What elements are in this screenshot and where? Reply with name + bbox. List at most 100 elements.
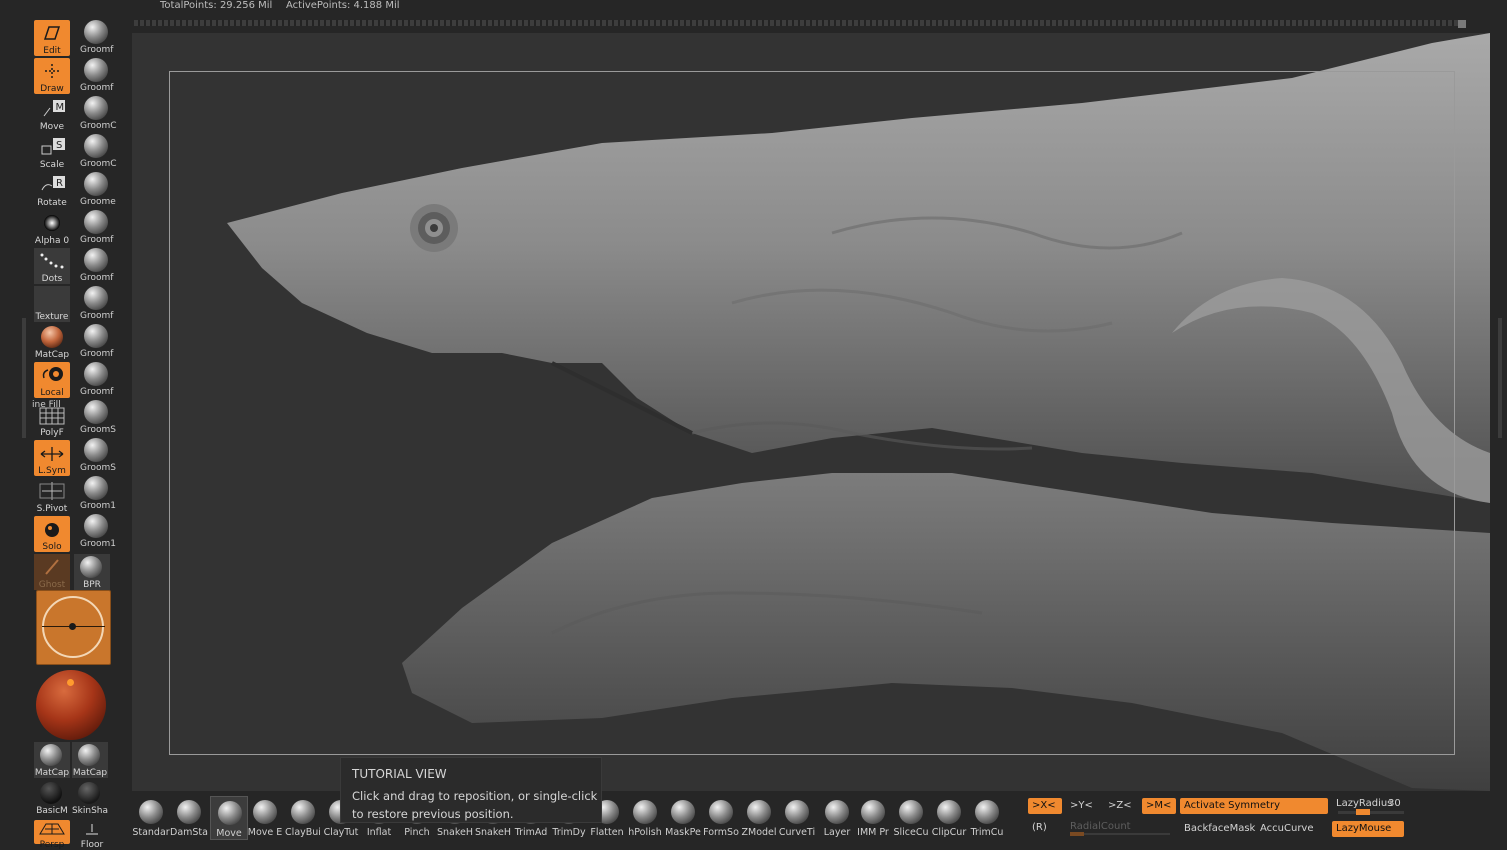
groom-brush-8[interactable]: Groomf [78,284,130,321]
brush-damstandard[interactable]: DamSta [170,796,208,840]
groom-brush-3[interactable]: GroomC [78,94,130,131]
draw-button[interactable]: Draw [34,58,70,94]
skin-shade-button[interactable]: SkinSha [72,780,108,816]
floor-button[interactable]: Floor [74,820,110,850]
symmetry-m-button[interactable]: >M< [1142,798,1176,814]
rotate-button[interactable]: R Rotate [34,172,70,208]
lazy-radius-value: 30 [1388,798,1401,809]
matcap-slot-icon [40,744,62,766]
bpr-button[interactable]: BPR [74,554,110,590]
groom-brush-10[interactable]: Groomf [78,360,130,397]
backface-mask-button[interactable]: BackfaceMask [1180,821,1256,837]
brush-curvetube[interactable]: CurveTi [778,796,816,840]
symmetry-y-button[interactable]: >Y< [1066,798,1100,814]
material-dot [67,679,74,686]
lazymouse-button[interactable]: LazyMouse [1332,821,1404,837]
svg-text:M: M [56,102,65,113]
lsym-button[interactable]: L.Sym [34,440,70,476]
brush-trimcurve[interactable]: TrimCu [968,796,1006,840]
edit-icon [43,26,61,40]
brush-layer[interactable]: Layer [818,796,856,840]
brush-formsoft[interactable]: FormSo [702,796,740,840]
brush-icon [253,800,277,824]
local-icon [42,367,63,381]
brush-icon [975,800,999,824]
brush-label: DamSta [170,827,208,838]
color-picker-dot[interactable] [69,623,76,630]
brush-hpolish[interactable]: hPolish [626,796,664,840]
persp-button[interactable]: Persp [34,820,70,850]
stroke-label: Dots [41,274,63,284]
solo-button[interactable]: Solo [34,516,70,552]
brush-icon [218,801,242,825]
activate-symmetry-button[interactable]: Activate Symmetry [1180,798,1328,814]
groom-brush-13[interactable]: Groom1 [78,474,130,511]
brush-label: TrimAd [514,827,548,838]
move-label: Move [39,122,65,132]
groom-brush-4[interactable]: GroomC [78,132,130,169]
basic-material-button[interactable]: BasicM [34,780,70,816]
brush-label: ZModel [741,827,777,838]
total-points: TotalPoints: 29.256 Mil [160,0,273,11]
groom-brush-6[interactable]: Groomf [78,208,130,245]
lazy-radius-knob[interactable] [1356,809,1370,815]
brush-maskpen[interactable]: MaskPe [664,796,702,840]
top-handle-end[interactable] [1458,20,1466,28]
groom-brush-7[interactable]: Groomf [78,246,130,283]
alpha-button[interactable]: Alpha 0 [34,210,70,246]
brush-move[interactable]: Move [210,796,248,840]
texture-label: Texture [35,312,69,322]
scale-icon: S [41,138,65,155]
ghost-button[interactable]: Ghost [34,554,70,590]
spivot-button[interactable]: S.Pivot [34,478,70,514]
groom-brush-11[interactable]: GroomS [78,398,130,435]
move-button[interactable]: M Move [34,96,70,132]
brush-label: ClipCur [931,827,967,838]
groom-brush-5[interactable]: Groome [78,170,130,207]
symmetry-z-button[interactable]: >Z< [1104,798,1138,814]
tooltip-body: Click and drag to reposition, or single-… [352,789,598,821]
accucurve-button[interactable]: AccuCurve [1256,821,1326,837]
brush-label: Move [216,828,242,839]
groom-brush-2[interactable]: Groomf [78,56,130,93]
persp-label: Persp [39,840,65,850]
brush-label: Groomf [80,235,114,245]
tooltip-title: TUTORIAL VIEW [352,767,447,781]
rotate-label: Rotate [37,198,67,208]
groom-brush-1[interactable]: Groomf [78,18,130,55]
texture-button[interactable]: Texture [34,286,70,322]
brush-imm-primitives[interactable]: IMM Pr [854,796,892,840]
left-tray-handle[interactable] [22,318,26,438]
brush-clipcurve[interactable]: ClipCur [930,796,968,840]
viewport-canvas[interactable] [132,33,1490,791]
edit-button[interactable]: Edit [34,20,70,56]
brush-claybuildup[interactable]: ClayBui [284,796,322,840]
scale-button[interactable]: S Scale [34,134,70,170]
radial-r-button[interactable]: (R) [1028,820,1062,836]
radial-count-track[interactable] [1070,832,1170,836]
color-wheel[interactable] [36,590,111,665]
matcap-slot-1[interactable]: MatCap [34,742,70,778]
brush-label: Groome [80,197,116,207]
groom-brush-9[interactable]: Groomf [78,322,130,359]
material-preview[interactable] [36,670,106,740]
stroke-button[interactable]: Dots [34,248,70,284]
polyframe-button[interactable]: PolyF [34,402,70,438]
radial-count-knob[interactable] [1070,832,1084,836]
right-tray-handle[interactable] [1498,318,1502,438]
matcap-slot-2[interactable]: MatCap [72,742,108,778]
symmetry-x-button[interactable]: >X< [1028,798,1062,814]
groom-brush-12[interactable]: GroomS [78,436,130,473]
brush-icon [671,800,695,824]
brush-standard[interactable]: Standar [132,796,170,840]
brush-move-elastic[interactable]: Move E [246,796,284,840]
groom-brush-14[interactable]: Groom1 [78,512,130,549]
polyframe-label: PolyF [40,428,64,438]
brush-zmodeler[interactable]: ZModel [740,796,778,840]
brush-slicecurve[interactable]: SliceCu [892,796,930,840]
brush-label: SliceCu [893,827,929,838]
matcap-button[interactable]: MatCap [34,324,70,360]
lazy-radius-slider[interactable] [1338,809,1404,815]
top-dashed-handle[interactable] [134,20,1464,26]
local-button[interactable]: Local [34,362,70,398]
